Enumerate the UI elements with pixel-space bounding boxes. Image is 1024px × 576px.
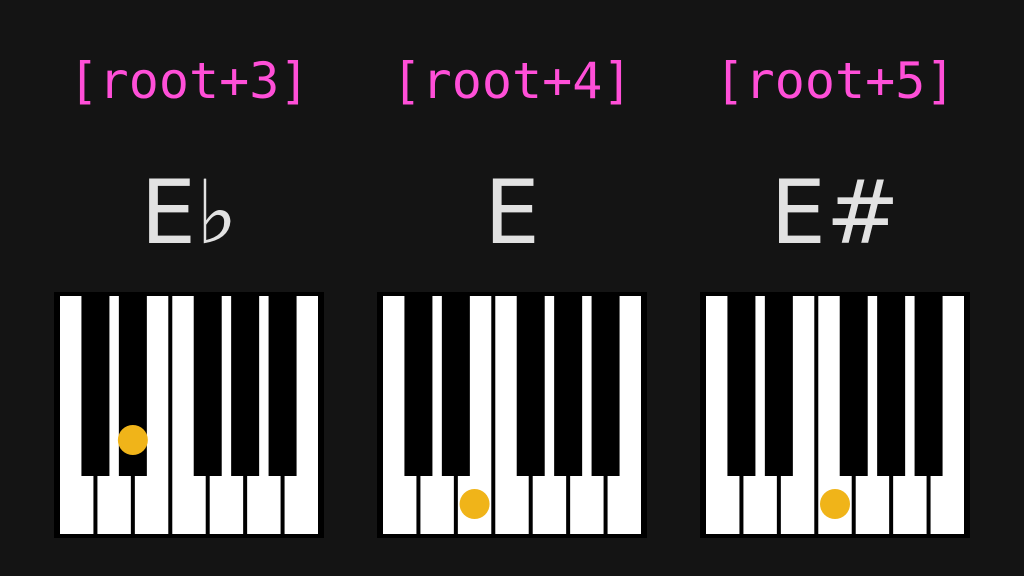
black-key xyxy=(516,296,545,476)
note-marker xyxy=(117,425,148,455)
black-key xyxy=(764,296,793,476)
black-key xyxy=(727,296,756,476)
black-key xyxy=(554,296,583,476)
black-key xyxy=(441,296,470,476)
interval-diagram: [root+3] E♭ [root+4] E [root+5] E# xyxy=(0,0,1024,576)
note-name: E xyxy=(484,161,540,264)
black-key xyxy=(193,296,222,476)
black-key xyxy=(877,296,906,476)
black-key xyxy=(404,296,433,476)
panel-root-plus-3: [root+3] E♭ xyxy=(54,0,324,576)
black-key xyxy=(81,296,110,476)
interval-label: [root+5] xyxy=(714,52,956,110)
interval-label: [root+4] xyxy=(391,52,633,110)
black-key xyxy=(914,296,943,476)
panel-root-plus-4: [root+4] E xyxy=(377,0,647,576)
keyboard-svg xyxy=(54,292,324,538)
black-key xyxy=(591,296,620,476)
note-name: E# xyxy=(770,161,900,264)
piano-keyboard xyxy=(54,292,324,538)
keyboard-svg xyxy=(377,292,647,538)
black-key xyxy=(231,296,260,476)
piano-keyboard xyxy=(700,292,970,538)
note-name: E♭ xyxy=(140,161,238,264)
note-marker xyxy=(820,489,850,519)
panel-root-plus-5: [root+5] E# xyxy=(700,0,970,576)
black-key xyxy=(839,296,868,476)
piano-keyboard xyxy=(377,292,647,538)
keyboard-svg xyxy=(700,292,970,538)
interval-label: [root+3] xyxy=(68,52,310,110)
black-key xyxy=(268,296,297,476)
note-marker xyxy=(459,489,490,519)
